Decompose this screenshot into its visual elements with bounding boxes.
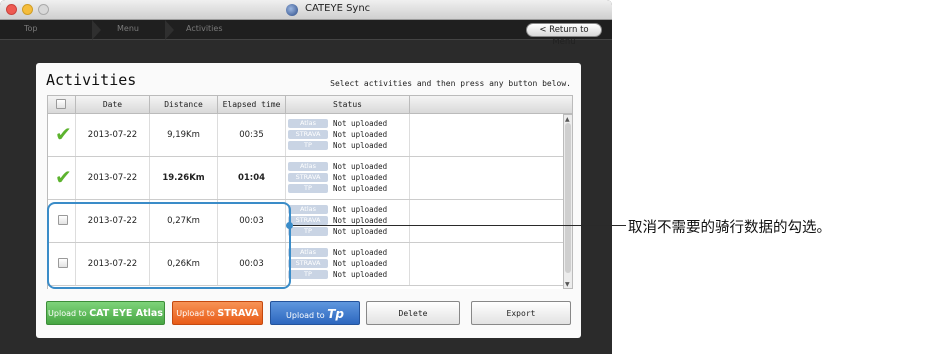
upload-status-text: Not uploaded [333, 162, 388, 171]
column-header-distance[interactable]: Distance [150, 96, 218, 113]
cateye-app-icon [286, 4, 298, 16]
upload-status-text: Not uploaded [333, 130, 388, 139]
service-badge: STRAVA [288, 173, 328, 182]
service-badge: TP [288, 270, 328, 279]
service-badge: Atlas [288, 162, 328, 171]
status-cell: Atlas Not uploaded STRAVA Not uploaded TP Not… [286, 157, 410, 199]
status-line: TP Not uploaded [286, 226, 392, 237]
service-badge: Atlas [288, 119, 328, 128]
scrollbar-thumb[interactable] [565, 123, 571, 273]
breadcrumb-separator-icon [92, 20, 101, 40]
status-line: Atlas Not uploaded [286, 204, 392, 215]
upload-status-text: Not uploaded [333, 270, 388, 279]
table-row[interactable]: ✔ 2013-07-22 19.26Km 01:04 Atlas Not uploaded… [48, 157, 563, 200]
distance-cell: 9,19Km [150, 114, 218, 156]
upload-status-text: Not uploaded [333, 205, 388, 214]
upload-status-text: Not uploaded [333, 184, 388, 193]
breadcrumb-top[interactable]: Top [24, 24, 38, 33]
upload-to-strava-button[interactable]: Upload to STRAVA [172, 301, 263, 325]
callout-dot [286, 222, 293, 229]
breadcrumb-separator-icon [165, 20, 174, 40]
empty-cell [410, 200, 563, 242]
status-line: Atlas Not uploaded [286, 161, 392, 172]
status-cell: Atlas Not uploaded STRAVA Not uploaded TP Not… [286, 243, 410, 285]
breadcrumb: Top Menu Activities < Return to Menu [0, 20, 612, 47]
callout-leader-line [293, 225, 626, 226]
select-all-cell [48, 96, 76, 113]
status-cell: Atlas Not uploaded STRAVA Not uploaded TP Not… [286, 114, 410, 156]
elapsed-time-cell: 00:35 [218, 114, 286, 156]
upload-status-text: Not uploaded [333, 119, 388, 128]
status-line: Atlas Not uploaded [286, 118, 392, 129]
window-title: CATEYE Sync [305, 3, 371, 14]
callout-caption: 取消不需要的骑行数据的勾选。 [628, 220, 831, 236]
cateye-atlas-logo-label: CAT EYE Atlas [89, 308, 163, 319]
row-select-cell: ✔ [48, 114, 76, 156]
status-line: Atlas Not uploaded [286, 247, 392, 258]
upload-prefix-label: Upload to [176, 309, 215, 318]
upload-status-text: Not uploaded [333, 227, 388, 236]
service-badge: TP [288, 141, 328, 150]
upload-to-tp-button[interactable]: Upload to Tp [270, 301, 360, 325]
upload-status-text: Not uploaded [333, 259, 388, 268]
empty-cell [410, 157, 563, 199]
upload-status-text: Not uploaded [333, 141, 388, 150]
trainingpeaks-logo-label: Tp [327, 307, 344, 321]
activities-panel: Activities Select activities and then pr… [36, 63, 581, 338]
service-badge: STRAVA [288, 259, 328, 268]
checkmark-icon[interactable]: ✔ [55, 124, 72, 144]
delete-button[interactable]: Delete [366, 301, 460, 325]
status-line: STRAVA Not uploaded [286, 258, 392, 269]
unchecked-rows-highlight [47, 202, 291, 289]
instruction-text: Select activities and then press any but… [330, 79, 571, 88]
minimize-window-button[interactable] [22, 4, 33, 15]
zoom-window-button[interactable] [38, 4, 49, 15]
upload-prefix-label: Upload to [286, 311, 325, 320]
table-row[interactable]: ✔ 2013-07-22 9,19Km 00:35 Atlas Not uploaded S… [48, 114, 563, 157]
strava-logo-label: STRAVA [217, 308, 259, 319]
table-header: Date Distance Elapsed time Status [47, 95, 573, 114]
date-cell: 2013-07-22 [76, 114, 150, 156]
upload-prefix-label: Upload to [48, 309, 87, 318]
upload-to-cateye-atlas-button[interactable]: Upload to CAT EYE Atlas [46, 301, 165, 325]
breadcrumb-activities: Activities [186, 24, 223, 33]
title-bar: CATEYE Sync [0, 0, 612, 20]
checkmark-icon[interactable]: ✔ [55, 167, 72, 187]
distance-cell: 19.26Km [150, 157, 218, 199]
service-badge: TP [288, 184, 328, 193]
service-badge: STRAVA [288, 216, 328, 225]
column-header-elapsed-time[interactable]: Elapsed time [218, 96, 286, 113]
empty-cell [410, 114, 563, 156]
status-line: TP Not uploaded [286, 183, 392, 194]
return-to-menu-button[interactable]: < Return to Menu [526, 23, 602, 47]
row-select-cell: ✔ [48, 157, 76, 199]
close-window-button[interactable] [6, 4, 17, 15]
breadcrumb-menu[interactable]: Menu [117, 24, 139, 33]
scroll-down-arrow-icon[interactable]: ▼ [565, 281, 570, 288]
service-badge: Atlas [288, 205, 328, 214]
scroll-up-arrow-icon[interactable]: ▲ [565, 116, 570, 123]
upload-status-text: Not uploaded [333, 173, 388, 182]
status-line: TP Not uploaded [286, 140, 392, 151]
empty-cell [410, 243, 563, 285]
status-cell: Atlas Not uploaded STRAVA Not uploaded TP Not… [286, 200, 410, 242]
service-badge: STRAVA [288, 130, 328, 139]
select-all-checkbox[interactable] [56, 99, 66, 109]
column-header-status[interactable]: Status [286, 96, 410, 113]
service-badge: TP [288, 227, 328, 236]
export-button[interactable]: Export [471, 301, 571, 325]
status-line: STRAVA Not uploaded [286, 129, 392, 140]
date-cell: 2013-07-22 [76, 157, 150, 199]
column-header-date[interactable]: Date [76, 96, 150, 113]
status-line: TP Not uploaded [286, 269, 392, 280]
vertical-scrollbar[interactable]: ▲ ▼ [563, 114, 573, 289]
page-title: Activities [46, 71, 137, 89]
elapsed-time-cell: 01:04 [218, 157, 286, 199]
upload-status-text: Not uploaded [333, 248, 388, 257]
service-badge: Atlas [288, 248, 328, 257]
app-window: CATEYE Sync Top Menu Activities < Return… [0, 0, 612, 354]
status-line: STRAVA Not uploaded [286, 172, 392, 183]
